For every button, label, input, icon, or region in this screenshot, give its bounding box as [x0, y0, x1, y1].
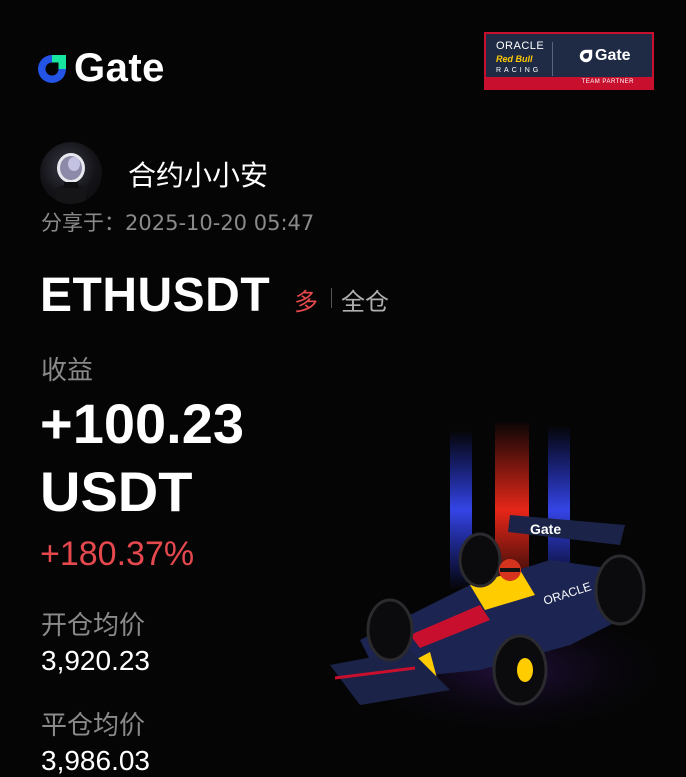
pnl-unit: USDT — [40, 460, 193, 523]
racing-wordmark: RACING — [496, 67, 542, 74]
margin-mode-badge: 全仓 — [341, 288, 389, 316]
pnl-value: +100.23 — [40, 392, 244, 455]
gate-logo-icon — [579, 49, 593, 63]
svg-text:Gate: Gate — [530, 521, 561, 537]
exit-price-label: 平仓均价 — [41, 711, 146, 741]
pnl-percent: +180.37% — [40, 535, 195, 573]
pnl-label: 收益 — [41, 356, 94, 386]
partner-gate-logo: Gate — [578, 47, 631, 65]
username: 合约小小安 — [128, 159, 269, 192]
contract-symbol: ETHUSDT — [40, 269, 271, 322]
race-car-illustration: Gate ORACLE — [330, 420, 686, 740]
redbull-wordmark: Red Bull — [496, 54, 533, 64]
entry-price-value: 3,920.23 — [41, 645, 150, 676]
badge-divider — [552, 42, 553, 76]
partner-badge: ORACLE Red Bull RACING Gate TEAM PARTNER — [484, 32, 654, 90]
share-timestamp: 分享于：2025-10-20 05:47 — [41, 211, 315, 235]
tag-divider — [331, 288, 332, 308]
gate-logo-icon — [38, 54, 66, 83]
team-partner-label: TEAM PARTNER — [486, 77, 652, 88]
avatar-figure-icon — [56, 153, 86, 204]
oracle-wordmark: ORACLE — [496, 40, 545, 52]
exit-price-value: 3,986.03 — [41, 745, 150, 776]
brand-name: Gate — [74, 46, 165, 90]
partner-gate-text: Gate — [595, 47, 631, 64]
direction-badge: 多 — [294, 288, 318, 316]
avatar — [40, 142, 102, 204]
entry-price-label: 开仓均价 — [41, 611, 146, 641]
brand-logo: Gate — [34, 46, 165, 91]
